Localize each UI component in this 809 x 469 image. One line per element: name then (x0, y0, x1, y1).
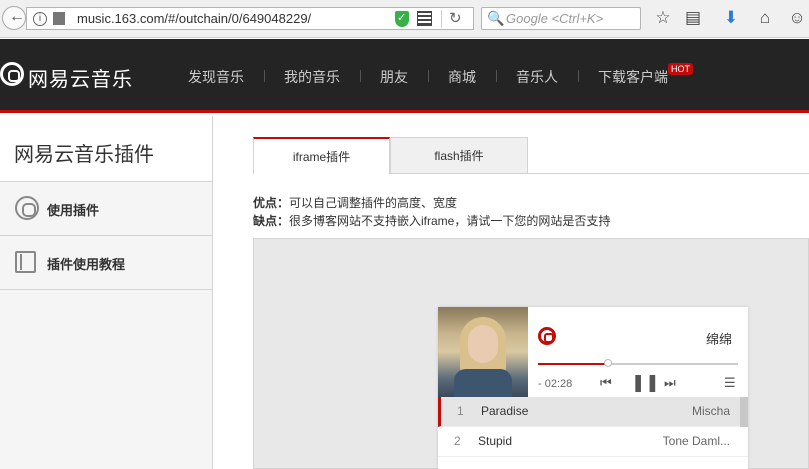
progress-bar[interactable] (538, 359, 738, 367)
track-row[interactable]: 1 Paradise Mischa (438, 397, 748, 427)
progress-knob[interactable] (604, 359, 612, 367)
back-button[interactable]: ← (2, 6, 26, 30)
pause-icon[interactable]: ❚❚ (631, 373, 660, 393)
nav-divider (578, 70, 579, 82)
home-icon[interactable]: ⌂ (754, 8, 776, 28)
reload-icon[interactable]: ↻ (449, 9, 462, 27)
nav-store[interactable]: 商城 (448, 67, 476, 87)
site-header: 网易云音乐 发现音乐 我的音乐 朋友 商城 音乐人 下载客户端 HOT (0, 39, 809, 113)
pros-label: 优点： (253, 196, 290, 210)
sidebar: 网易云音乐插件 使用插件 插件使用教程 (0, 116, 213, 469)
cover-body (454, 369, 512, 397)
track-artist: Tone Daml... (662, 434, 730, 448)
hot-badge: HOT (668, 63, 693, 75)
time-remaining: - 02:28 (538, 378, 573, 390)
nav-discover[interactable]: 发现音乐 (188, 67, 244, 87)
divider (441, 10, 442, 28)
track-artist: Mischa (691, 404, 730, 418)
info-icon[interactable]: i (33, 12, 47, 26)
bookmark-star-icon[interactable]: ☆ (652, 8, 674, 28)
next-icon[interactable]: ⏭ (664, 375, 676, 391)
track-name: Paradise (481, 404, 529, 418)
album-cover[interactable] (438, 307, 528, 397)
url-text[interactable]: music.163.com/#/outchain/0/649048229/ (77, 11, 311, 26)
cons-label: 缺点： (253, 214, 290, 228)
cons-text: 很多博客网站不支持嵌入iframe，请试一下您的网站是否支持 (289, 214, 611, 228)
page-icon (53, 12, 65, 25)
tab-flash[interactable]: flash插件 (390, 137, 528, 174)
search-icon: 🔍 (487, 10, 505, 26)
pros-line: 优点：可以自己调整插件的高度、宽度 (253, 194, 457, 211)
logo-text[interactable]: 网易云音乐 (28, 63, 133, 92)
book-icon (15, 251, 36, 273)
download-icon[interactable]: ⬇ (720, 8, 742, 28)
playlist-scrollbar[interactable] (740, 397, 748, 427)
gear-icon (15, 196, 39, 220)
sidebar-item-use-plugin[interactable]: 使用插件 (0, 182, 212, 236)
nav-divider (496, 70, 497, 82)
track-row[interactable]: 2 Stupid Tone Daml... (438, 427, 748, 457)
search-input[interactable]: 🔍 Google <Ctrl+K> (481, 7, 641, 30)
feedback-icon[interactable]: ☺ (786, 8, 808, 28)
browser-toolbar: ← i music.163.com/#/outchain/0/649048229… (0, 0, 809, 38)
playlist-icon[interactable]: ☰ (724, 375, 736, 391)
nav-download-client[interactable]: 下载客户端 (598, 67, 668, 87)
netease-logo-icon[interactable] (538, 327, 556, 345)
cons-line: 缺点：很多博客网站不支持嵌入iframe，请试一下您的网站是否支持 (253, 212, 610, 229)
cover-face (468, 325, 498, 363)
nav-friends[interactable]: 朋友 (380, 67, 408, 87)
netease-logo-icon[interactable] (0, 62, 24, 86)
nav-divider (360, 70, 361, 82)
nav-divider (428, 70, 429, 82)
sidebar-title: 网易云音乐插件 (0, 116, 212, 182)
sidebar-title-text: 网易云音乐插件 (14, 144, 154, 166)
address-bar[interactable]: i music.163.com/#/outchain/0/649048229/ … (26, 7, 474, 30)
track-number: 2 (454, 434, 461, 448)
previous-icon[interactable]: ⏮ (600, 375, 612, 391)
qr-code-icon[interactable] (417, 11, 432, 26)
sidebar-item-tutorial[interactable]: 插件使用教程 (0, 236, 212, 290)
tabs-divider (528, 173, 809, 174)
track-name: Stupid (478, 434, 513, 448)
back-arrow-icon: ← (9, 8, 25, 25)
nav-my-music[interactable]: 我的音乐 (284, 67, 340, 87)
sidebar-item-label: 插件使用教程 (47, 257, 126, 272)
progress-fill (538, 363, 608, 365)
tab-iframe[interactable]: iframe插件 (253, 137, 390, 174)
nav-musician[interactable]: 音乐人 (516, 67, 558, 87)
track-number: 1 (457, 404, 464, 418)
music-player: 绵绵 - 02:28 ⏮ ❚❚ ⏭ ☰ 1 Paradise Mischa 2 … (438, 307, 748, 469)
sidebar-item-label: 使用插件 (47, 203, 100, 218)
shield-icon[interactable] (395, 11, 409, 27)
pros-text: 可以自己调整插件的高度、宽度 (289, 196, 458, 210)
search-placeholder: Google <Ctrl+K> (506, 11, 604, 26)
reading-list-icon[interactable]: ▤ (682, 8, 704, 28)
song-title: 绵绵 (706, 332, 733, 347)
nav-divider (264, 70, 265, 82)
